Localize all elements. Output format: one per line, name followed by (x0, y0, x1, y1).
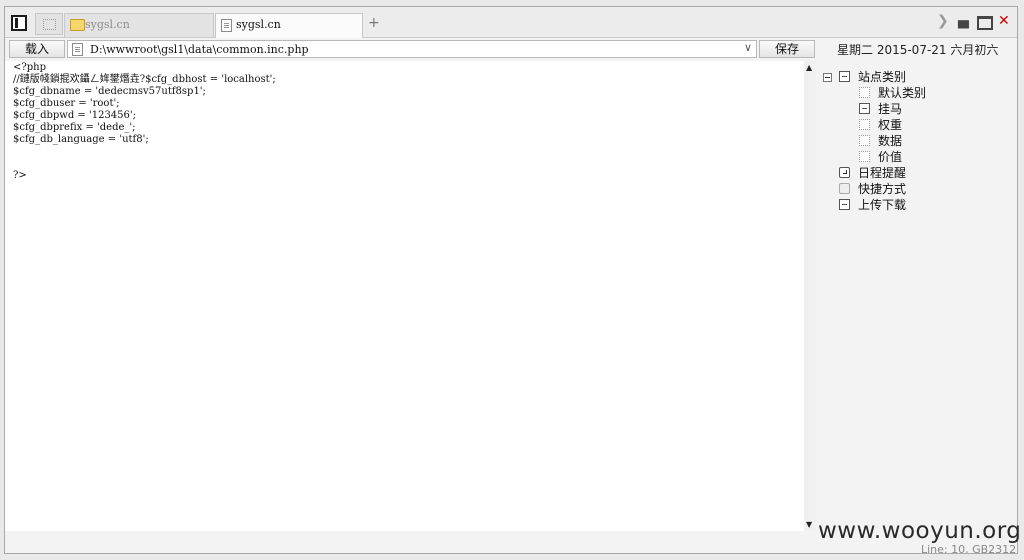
chevron-right-icon[interactable]: ❯ (937, 13, 949, 29)
watermark: www.wooyun.org (818, 518, 1022, 544)
category-folder-icon (839, 71, 850, 82)
category-icon (859, 103, 870, 114)
scroll-down-icon[interactable]: ▼ (806, 520, 812, 529)
minimize-icon[interactable]: ▄ (958, 13, 969, 29)
code-editor[interactable]: <?php //鏈版帴鎻掍欢鑷ㄥ姩鐢熸垚?$cfg_dbhost = 'loca… (5, 61, 805, 531)
collapse-icon[interactable] (823, 73, 832, 82)
editor-footer (5, 531, 804, 553)
file-icon (221, 19, 232, 32)
tab-blank[interactable] (35, 13, 63, 35)
folder-icon (70, 19, 85, 31)
clock-icon (839, 167, 850, 178)
date-label: 星期二 2015-07-21 六月初六 (837, 43, 999, 57)
load-button[interactable]: 载入 (9, 40, 65, 58)
path-text: D:\wwwroot\gsl1\data\common.inc.php (90, 43, 309, 56)
add-tab-icon[interactable]: + (368, 15, 380, 31)
sidebar-tree: 站点类别 默认类别 挂马 权重 数据 价值 日程提醒 快捷方式 上传下载 (817, 61, 1017, 553)
category-icon (859, 87, 870, 98)
tab-label: sygsl.cn (236, 18, 281, 31)
chevron-down-icon[interactable]: ∨ (744, 41, 752, 54)
app-window: sygsl.cn sygsl.cn + ❯ ▄ ✕ 载入 D:\wwwroot\… (4, 6, 1018, 554)
blank-tab-icon (43, 19, 56, 30)
code-text[interactable]: <?php //鏈版帴鎻掍欢鑷ㄥ姩鐢熸垚?$cfg_dbhost = 'loca… (5, 61, 804, 182)
file-icon (72, 43, 83, 56)
path-input[interactable]: D:\wwwroot\gsl1\data\common.inc.php ∨ (67, 40, 757, 58)
save-button[interactable]: 保存 (759, 40, 815, 58)
category-icon (859, 135, 870, 146)
tab-label: sygsl.cn (85, 18, 130, 31)
panel-toggle-icon[interactable] (11, 15, 27, 31)
category-icon (859, 119, 870, 130)
tab-site-file[interactable]: sygsl.cn (215, 13, 363, 38)
maximize-icon[interactable] (977, 16, 993, 30)
category-icon (859, 151, 870, 162)
close-icon[interactable]: ✕ (998, 13, 1010, 29)
status-bar-text: Line: 10, GB2312 (921, 543, 1017, 554)
tab-site-folder[interactable]: sygsl.cn (64, 13, 214, 37)
hand-icon (839, 183, 850, 194)
scroll-up-icon[interactable]: ▲ (806, 63, 812, 72)
tab-bar: sygsl.cn sygsl.cn + ❯ ▄ ✕ (5, 7, 1017, 38)
vertical-scrollbar[interactable]: ▲ ▼ (804, 61, 816, 531)
transfer-icon (839, 199, 850, 210)
